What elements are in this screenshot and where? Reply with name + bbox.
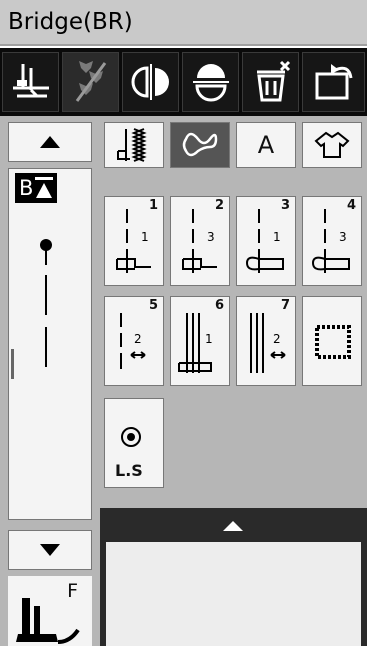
lock-stitch-label: L.S: [115, 461, 143, 480]
stitch-sub: 2: [134, 332, 142, 346]
presser-foot-needle-icon: [12, 64, 49, 98]
stitch-tile-6[interactable]: 6 1: [170, 296, 230, 386]
stitch-line-icon: [40, 239, 52, 367]
category-garment-button[interactable]: [302, 122, 362, 168]
stitch-tile-4[interactable]: 4 3: [302, 196, 362, 286]
triangle-up-icon: [223, 521, 243, 531]
triple-stitch-icon: 2: [250, 313, 286, 373]
sequence-letter: B: [19, 176, 34, 200]
sequence-label: B: [15, 173, 58, 203]
category-utility-button[interactable]: [104, 122, 164, 168]
scroll-up-button[interactable]: [8, 122, 92, 162]
presser-foot-needle-button[interactable]: [2, 52, 59, 112]
stitch-tile-7[interactable]: 7 2: [236, 296, 296, 386]
stitch-tile-8[interactable]: [302, 296, 362, 386]
triangle-down-icon: [40, 544, 60, 556]
stitch-sub: 1: [205, 332, 213, 346]
return-button[interactable]: [302, 52, 365, 112]
presser-foot-icon: [16, 598, 80, 644]
category-letters-button[interactable]: A: [236, 122, 296, 168]
left-column: B F: [0, 116, 100, 646]
tie-off-button[interactable]: [62, 52, 119, 112]
triangle-up-icon: [40, 136, 60, 148]
presser-foot-indicator: F: [8, 576, 92, 646]
panel-content: [106, 542, 361, 646]
tie-off-icon: [75, 61, 106, 102]
straight-stitch-icon: 2: [120, 313, 146, 369]
triple-stitch-icon: 1: [178, 313, 213, 373]
stitch-sub: 2: [273, 332, 281, 346]
mirror-horizontal-icon: [131, 64, 169, 100]
mirror-vertical-icon: [192, 64, 229, 102]
decorative-stitch-icon: [182, 132, 218, 157]
category-decorative-button[interactable]: [170, 122, 230, 168]
buttonhole-stitch-icon: 3: [182, 209, 217, 273]
stitch-sub: 3: [339, 230, 347, 244]
delete-icon: [256, 60, 290, 102]
utility-stitch-icon: [117, 128, 147, 162]
stitch-selection-area: A 1 1 2 3 3 1 4 3 5 2 6 1 7 2 L.S: [100, 116, 367, 646]
buttonhole-stitch-icon: 1: [116, 209, 151, 273]
top-mark-icon: [35, 177, 54, 198]
dotted-square-icon: [315, 325, 351, 359]
stitch-tile-1[interactable]: 1 1: [104, 196, 164, 286]
stitch-sub: 1: [273, 230, 281, 244]
stitch-tile-3[interactable]: 3 1: [236, 196, 296, 286]
mirror-vertical-button[interactable]: [182, 52, 239, 112]
stitch-sub: 3: [207, 230, 215, 244]
delete-button[interactable]: [242, 52, 299, 112]
return-icon: [315, 64, 352, 100]
scroll-indicator: [11, 349, 14, 379]
lock-stitch-tile[interactable]: L.S: [104, 398, 164, 488]
garment-icon: [314, 131, 350, 158]
sequence-panel[interactable]: B: [8, 168, 92, 520]
toolbar: [0, 48, 367, 116]
category-letter-label: A: [257, 131, 275, 159]
scroll-down-button[interactable]: [8, 530, 92, 570]
panel-expand-button[interactable]: [218, 518, 248, 534]
mirror-horizontal-button[interactable]: [122, 52, 179, 112]
title-bar: Bridge(BR): [0, 0, 367, 46]
buttonhole-stitch-icon: 3: [311, 209, 350, 273]
buttonhole-stitch-icon: 1: [245, 209, 284, 273]
stitch-tile-5[interactable]: 5 2: [104, 296, 164, 386]
stitch-tile-2[interactable]: 2 3: [170, 196, 230, 286]
page-title: Bridge(BR): [8, 9, 133, 35]
stitch-sub: 1: [141, 230, 149, 244]
bottom-panel: [100, 508, 367, 646]
